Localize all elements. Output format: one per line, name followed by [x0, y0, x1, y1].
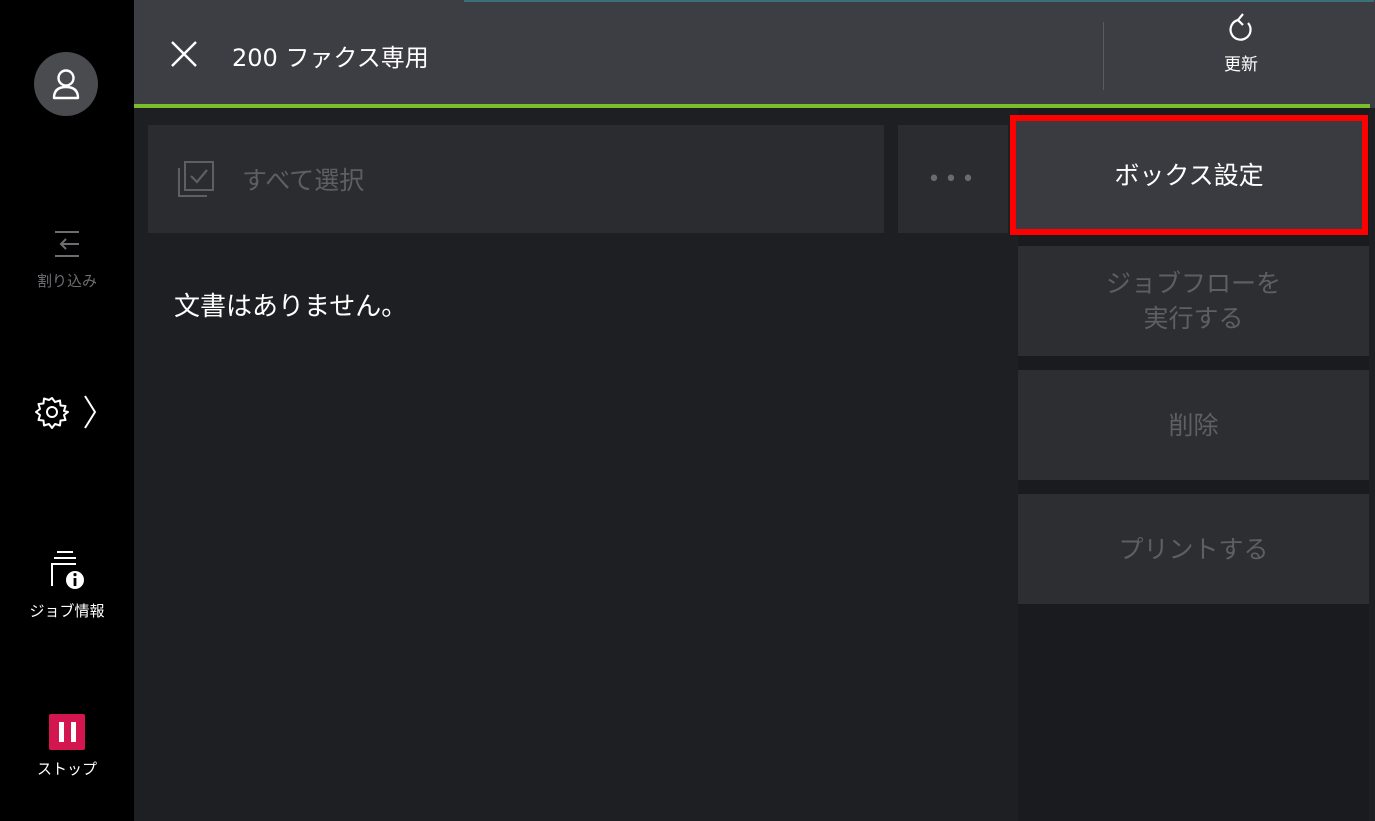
pause-icon: [49, 714, 85, 750]
refresh-label: 更新: [1224, 55, 1258, 75]
job-info-button[interactable]: ジョブ情報: [0, 548, 134, 621]
gear-icon: [35, 397, 69, 429]
left-sidebar: 割り込み ジョブ情報 ストップ: [0, 0, 134, 821]
interrupt-button[interactable]: 割り込み: [0, 226, 134, 291]
refresh-icon: [1229, 13, 1252, 41]
user-avatar-button[interactable]: [34, 52, 98, 116]
select-all-button[interactable]: すべて選択: [148, 125, 884, 233]
delete-button[interactable]: 削除: [1018, 370, 1369, 480]
more-options-button[interactable]: •••: [898, 125, 1008, 233]
user-icon: [52, 69, 80, 100]
header-divider: [1103, 22, 1104, 90]
header-bar: 200 ファクス専用 更新: [134, 0, 1375, 108]
close-button[interactable]: [162, 32, 206, 76]
more-icon: •••: [927, 166, 979, 192]
box-settings-label: ボックス設定: [1114, 160, 1264, 190]
close-icon: [171, 41, 197, 67]
run-jobflow-button[interactable]: ジョブフローを 実行する: [1018, 246, 1369, 356]
chevron-right-icon: [84, 395, 97, 429]
stop-label: ストップ: [36, 760, 97, 778]
print-label: プリントする: [1118, 534, 1269, 564]
select-all-checkbox-icon: [178, 161, 214, 197]
run-jobflow-label-line1: ジョブフローを: [1105, 269, 1281, 298]
interrupt-icon: [55, 231, 79, 257]
stop-button[interactable]: ストップ: [0, 714, 134, 779]
delete-label: 削除: [1168, 410, 1219, 440]
box-settings-button[interactable]: ボックス設定: [1010, 115, 1368, 235]
run-jobflow-label-line2: 実行する: [1143, 304, 1244, 333]
print-button[interactable]: プリントする: [1018, 494, 1369, 604]
job-info-icon: [51, 551, 84, 589]
page-title: 200 ファクス専用: [232, 44, 429, 72]
select-all-label: すべて選択: [242, 166, 365, 195]
refresh-button[interactable]: 更新: [1194, 12, 1288, 100]
empty-message: 文書はありません。: [174, 292, 408, 322]
job-info-label: ジョブ情報: [29, 602, 105, 620]
interrupt-label: 割り込み: [36, 272, 97, 290]
header-top-accent: [464, 0, 1374, 2]
settings-button[interactable]: [0, 390, 134, 434]
